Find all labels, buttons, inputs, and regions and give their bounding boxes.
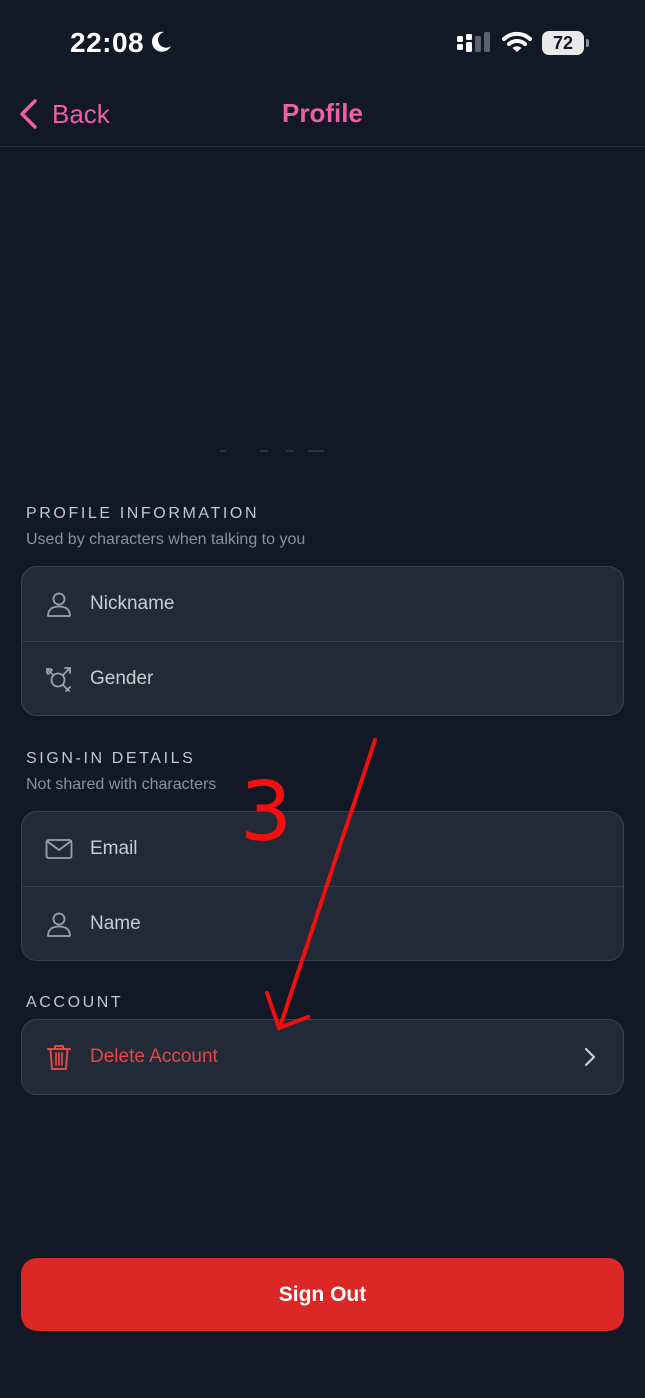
trash-icon xyxy=(47,1045,71,1070)
section-subtitle-profile-information: Used by characters when talking to you xyxy=(26,531,306,548)
section-title-sign-in-details: SIGN-IN DETAILS xyxy=(26,750,196,767)
annotation-arrow-icon xyxy=(265,738,377,1030)
chevron-right-icon xyxy=(584,1047,596,1067)
gender-row[interactable]: Gender xyxy=(22,641,623,715)
section-title-account: ACCOUNT xyxy=(26,994,124,1011)
wifi-icon xyxy=(502,31,532,52)
loading-placeholder xyxy=(220,450,324,452)
status-bar: 22:08 72 xyxy=(0,0,645,88)
gender-label: Gender xyxy=(90,668,154,689)
page-title: Profile xyxy=(282,98,363,128)
navigation-bar: Back Profile xyxy=(0,88,645,147)
gender-icon xyxy=(46,667,71,692)
sign-out-button[interactable]: Sign Out xyxy=(21,1258,624,1331)
email-label: Email xyxy=(90,838,138,859)
name-label: Name xyxy=(90,913,141,934)
nickname-row[interactable]: Nickname xyxy=(22,567,623,641)
section-subtitle-sign-in-details: Not shared with characters xyxy=(26,776,217,793)
battery-icon: 72 xyxy=(542,31,589,55)
profile-information-card: Nickname Gender xyxy=(21,566,624,716)
delete-account-label: Delete Account xyxy=(90,1046,218,1067)
status-time: 22:08 xyxy=(70,27,145,58)
section-title-profile-information: PROFILE INFORMATION xyxy=(26,505,260,522)
moon-icon xyxy=(151,31,171,52)
nickname-label: Nickname xyxy=(90,593,175,614)
battery-level: 72 xyxy=(552,33,574,53)
envelope-icon xyxy=(45,839,73,859)
person-icon xyxy=(47,912,71,937)
cellular-signal-icon xyxy=(457,32,490,52)
person-icon xyxy=(47,592,71,617)
